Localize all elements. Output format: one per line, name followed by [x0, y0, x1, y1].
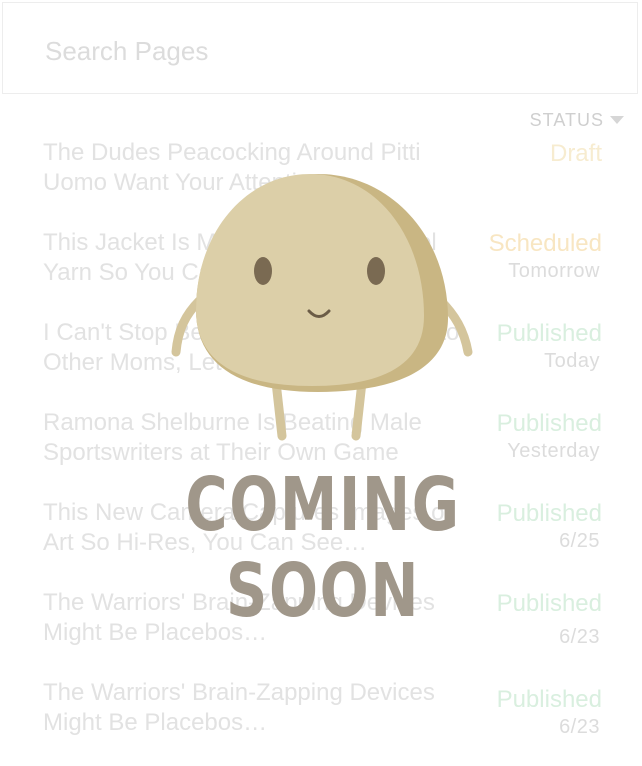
page-title: The Warriors' Brain-Zapping Devices Migh…: [43, 589, 435, 646]
status-sort-header[interactable]: STATUS: [530, 110, 624, 131]
page-date: 6/23: [559, 626, 600, 648]
page-date: Today: [544, 350, 600, 372]
status-header-label: STATUS: [529, 110, 604, 130]
page-title: This New Camera Captures Images of Art S…: [43, 499, 452, 556]
status-badge: Draft: [549, 140, 602, 167]
caret-down-icon: [610, 115, 624, 124]
list-item[interactable]: Ramona Shelburne Is Beating Male Sportsw…: [0, 406, 642, 496]
pages-list: The Dudes Peacocking Around Pitti Uomo W…: [0, 136, 642, 766]
status-badge: Published: [496, 590, 602, 617]
page-title: I Can't Stop Being a Mom Who Talks to Ot…: [43, 319, 460, 376]
page-title: The Warriors' Brain-Zapping Devices Migh…: [43, 679, 435, 736]
search-bar[interactable]: [2, 2, 638, 94]
status-badge: Published: [496, 410, 602, 437]
list-item[interactable]: This Jacket Is Made of Sheep's Wool Yarn…: [0, 226, 642, 316]
page-title: The Dudes Peacocking Around Pitti Uomo W…: [43, 139, 421, 196]
status-badge: Scheduled: [488, 230, 602, 257]
list-item[interactable]: I Can't Stop Being a Mom Who Talks to Ot…: [0, 316, 642, 406]
page-date: Tomorrow: [508, 260, 600, 282]
status-badge: Published: [496, 686, 602, 713]
page-title: This Jacket Is Made of Sheep's Wool Yarn…: [43, 229, 437, 286]
list-item[interactable]: The Warriors' Brain-Zapping Devices Migh…: [0, 586, 642, 676]
list-item[interactable]: The Warriors' Brain-Zapping Devices Migh…: [0, 676, 642, 766]
page-date: Yesterday: [507, 440, 600, 462]
list-item[interactable]: This New Camera Captures Images of Art S…: [0, 496, 642, 586]
list-item[interactable]: The Dudes Peacocking Around Pitti Uomo W…: [0, 136, 642, 226]
search-input[interactable]: [43, 33, 607, 69]
status-badge: Published: [496, 500, 602, 527]
status-badge: Published: [496, 320, 602, 347]
page-date: 6/25: [559, 530, 600, 552]
page-title: Ramona Shelburne Is Beating Male Sportsw…: [43, 409, 422, 466]
